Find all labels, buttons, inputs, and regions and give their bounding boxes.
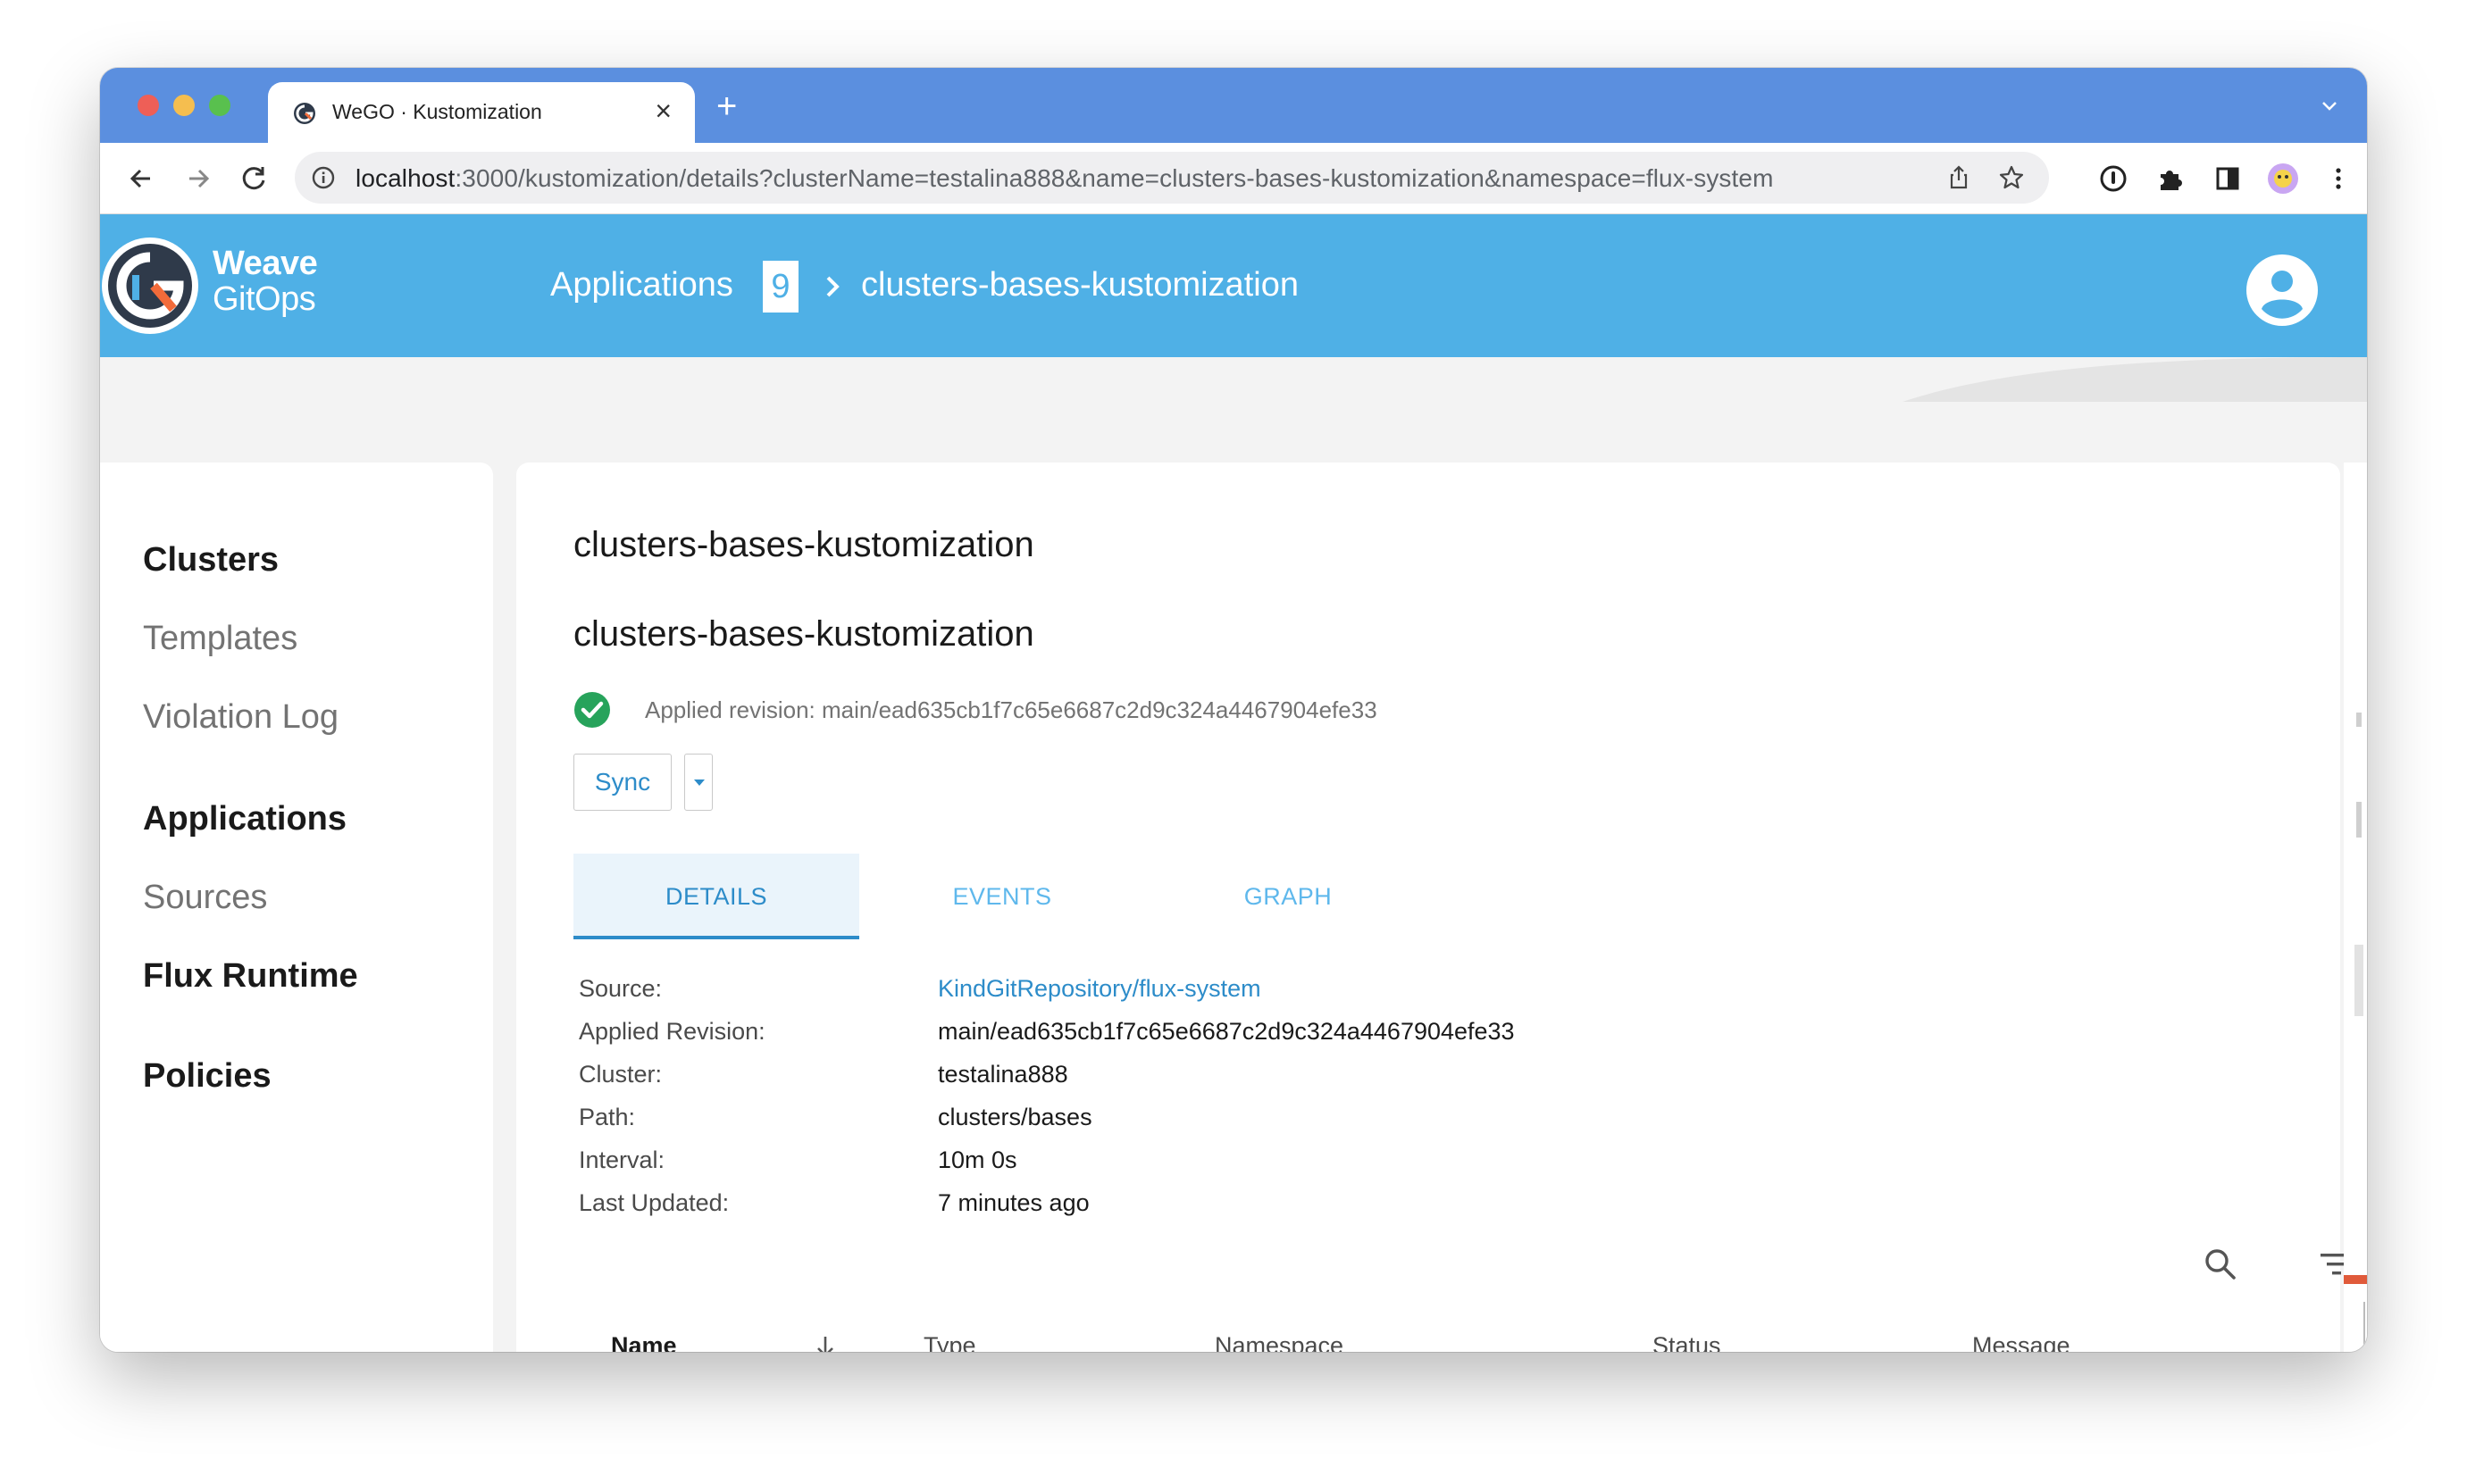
source-link[interactable]: KindGitRepository/flux-system (938, 975, 1261, 1003)
sync-button[interactable]: Sync (573, 754, 672, 811)
applied-revision-status: Applied revision: main/ead635cb1f7c65e66… (645, 696, 1377, 723)
detail-label-last-updated: Last Updated: (579, 1189, 730, 1216)
breadcrumb-current: clusters-bases-kustomization (861, 266, 1299, 304)
site-info-icon[interactable] (311, 165, 336, 190)
sidebar-nav: Clusters Templates Violation Log Applica… (100, 463, 493, 1352)
tab-details[interactable]: DETAILS (573, 854, 859, 939)
check-circle-icon (574, 692, 610, 728)
browser-tab-active[interactable]: WeGO · Kustomization × (268, 82, 695, 143)
url-text: localhost:3000/kustomization/details?clu… (355, 164, 1774, 193)
minimize-window-button[interactable] (173, 95, 195, 116)
column-header-type[interactable]: Type (924, 1332, 976, 1352)
back-arrow-icon[interactable] (123, 161, 159, 196)
browser-toolbar: localhost:3000/kustomization/details?clu… (100, 143, 2367, 214)
app-header: Weave GitOps Applications 9 clusters-bas… (100, 214, 2367, 357)
logo-text-gitops: GitOps (213, 280, 316, 318)
sidebar-item-templates[interactable]: Templates (143, 620, 297, 658)
sidebar-item-sources[interactable]: Sources (143, 879, 267, 917)
forward-arrow-icon[interactable] (180, 161, 216, 196)
password-manager-icon[interactable] (2095, 161, 2131, 196)
sync-options-dropdown[interactable] (684, 754, 713, 811)
sort-arrow-down-icon[interactable] (813, 1332, 838, 1352)
weave-gitops-logo-icon[interactable] (100, 236, 200, 336)
tab-graph[interactable]: GRAPH (1145, 854, 1431, 939)
sidebar-item-applications[interactable]: Applications (143, 800, 347, 838)
detail-value-cluster: testalina888 (938, 1061, 1068, 1088)
tab-events[interactable]: EVENTS (859, 854, 1145, 939)
sidebar-item-clusters[interactable]: Clusters (143, 541, 279, 579)
new-tab-button[interactable]: + (716, 86, 737, 127)
close-tab-icon[interactable]: × (655, 95, 672, 127)
column-header-status[interactable]: Status (1652, 1332, 1721, 1352)
url-path: :3000/kustomization/details?clusterName=… (455, 164, 1774, 192)
detail-label-path: Path: (579, 1104, 636, 1130)
browser-window: WeGO · Kustomization × + localhost:3000/… (100, 68, 2367, 1352)
detail-label-applied-revision: Applied Revision: (579, 1018, 765, 1045)
browser-tab-title: WeGO · Kustomization (332, 100, 542, 123)
address-bar[interactable]: localhost:3000/kustomization/details?clu… (295, 152, 2049, 204)
main-panel: clusters-bases-kustomization clusters-ba… (516, 463, 2353, 1352)
bookmark-star-icon[interactable] (1997, 163, 2026, 192)
url-host: localhost (355, 164, 456, 192)
caret-down-icon (694, 780, 705, 786)
breadcrumb-applications-link[interactable]: Applications (550, 266, 733, 304)
sidebar-item-policies[interactable]: Policies (143, 1057, 272, 1096)
maximize-window-button[interactable] (209, 95, 230, 116)
browser-menu-icon[interactable] (2321, 161, 2356, 196)
weave-favicon-icon (294, 103, 315, 124)
page-title: clusters-bases-kustomization (573, 525, 1034, 564)
search-icon[interactable] (2201, 1245, 2240, 1284)
close-window-button[interactable] (138, 95, 159, 116)
logo-text-weave: Weave (213, 245, 318, 282)
detail-value-interval: 10m 0s (938, 1146, 1017, 1173)
reload-icon[interactable] (236, 161, 272, 196)
applications-count-badge: 9 (763, 261, 799, 313)
extensions-puzzle-icon[interactable] (2153, 161, 2188, 196)
detail-value-applied-revision: main/ead635cb1f7c65e6687c2d9c324a4467904… (938, 1018, 1515, 1045)
column-header-namespace[interactable]: Namespace (1215, 1332, 1343, 1352)
column-header-message[interactable]: Message (1972, 1332, 2070, 1352)
sidebar-item-violation-log[interactable]: Violation Log (143, 698, 339, 737)
browser-tab-strip: WeGO · Kustomization × + (100, 68, 2367, 143)
tab-search-chevron-icon[interactable] (2319, 95, 2340, 116)
share-icon[interactable] (1945, 164, 1972, 191)
detail-value-last-updated: 7 minutes ago (938, 1189, 1090, 1216)
detail-value-path: clusters/bases (938, 1104, 1092, 1130)
kustomization-name-heading: clusters-bases-kustomization (573, 614, 1034, 654)
detail-label-source: Source: (579, 975, 663, 1002)
breadcrumb-chevron-right-icon (826, 276, 840, 297)
sidebar-item-flux-runtime[interactable]: Flux Runtime (143, 957, 358, 996)
detail-label-cluster: Cluster: (579, 1061, 663, 1088)
detail-tabs: DETAILS EVENTS GRAPH (573, 854, 1431, 941)
background-decoration (1903, 357, 2367, 402)
detail-label-interval: Interval: (579, 1146, 665, 1173)
profile-avatar-icon[interactable] (2265, 161, 2301, 196)
side-panel-icon[interactable] (2210, 161, 2245, 196)
user-account-icon[interactable] (2245, 254, 2319, 327)
column-header-name[interactable]: Name (611, 1332, 677, 1352)
graph-preview-edge (2344, 463, 2367, 1352)
